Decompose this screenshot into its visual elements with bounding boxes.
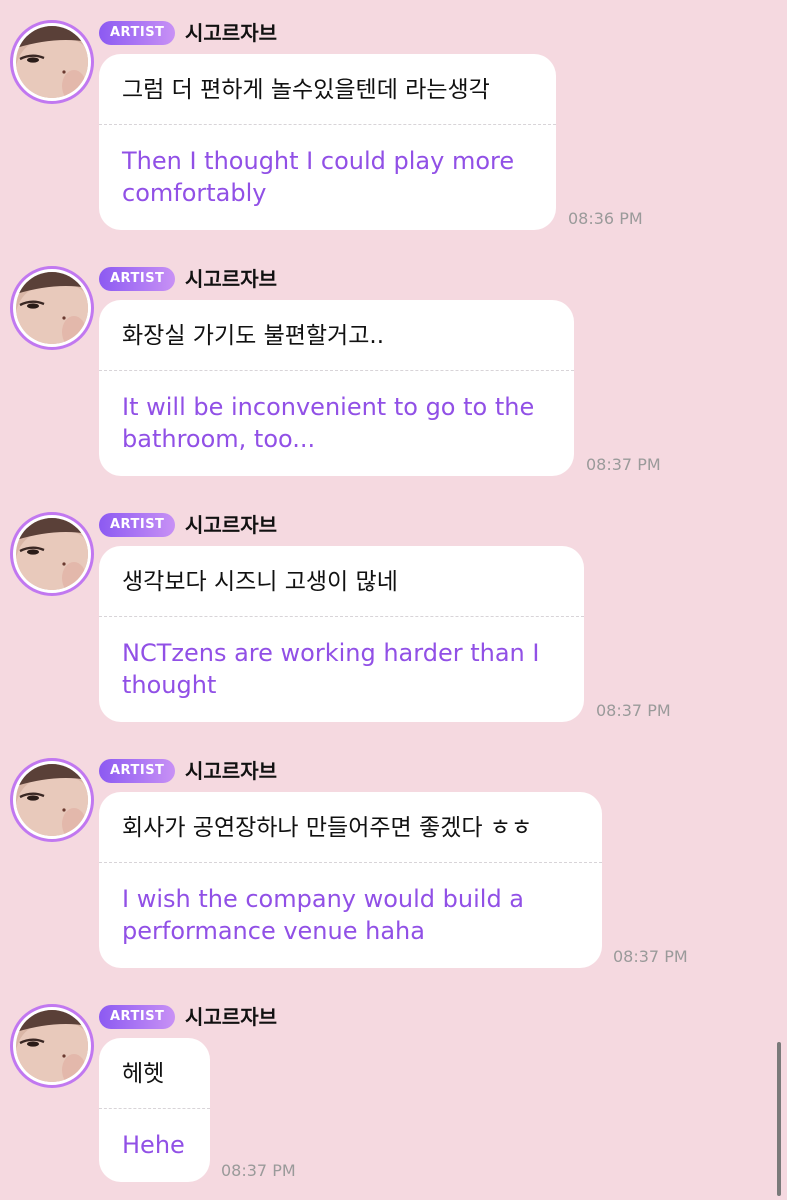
translation-text: I wish the company would build a perform…: [122, 885, 525, 945]
chat-thread[interactable]: ARTIST 시고르자브 그럼 더 편하게 놀수있을텐데 라는생각 Then I…: [0, 0, 787, 1200]
translation-text: It will be inconvenient to go to the bat…: [122, 393, 535, 453]
original-text: 헤헷: [122, 1061, 165, 1087]
original-text: 회사가 공연장하나 만들어주면 좋겠다 ㅎㅎ: [122, 815, 533, 841]
sender-name[interactable]: 시고르자브: [185, 265, 277, 293]
message-bubble[interactable]: 화장실 가기도 불편할거고.. It will be inconvenient …: [99, 300, 574, 476]
timestamp: 08:37 PM: [586, 455, 661, 474]
avatar-photo: [16, 518, 88, 590]
face-photo-icon: [16, 26, 88, 98]
original-text: 그럼 더 편하게 놀수있을텐데 라는생각: [122, 77, 490, 103]
message-bubble[interactable]: 생각보다 시즈니 고생이 많네 NCTzens are working hard…: [99, 546, 584, 722]
scrollbar-thumb[interactable]: [777, 1042, 781, 1196]
avatar-photo: [16, 272, 88, 344]
artist-badge: ARTIST: [99, 267, 176, 291]
face-photo-icon: [16, 272, 88, 344]
translation-text: Then I thought I could play more comfort…: [122, 147, 515, 207]
sender-name[interactable]: 시고르자브: [185, 757, 277, 785]
artist-badge: ARTIST: [99, 21, 176, 45]
timestamp: 08:37 PM: [221, 1161, 296, 1180]
artist-badge: ARTIST: [99, 513, 176, 537]
artist-badge: ARTIST: [99, 759, 176, 783]
timestamp: 08:36 PM: [568, 209, 643, 228]
face-photo-icon: [16, 764, 88, 836]
message-bubble[interactable]: 회사가 공연장하나 만들어주면 좋겠다 ㅎㅎ I wish the compan…: [99, 792, 602, 968]
avatar[interactable]: [10, 758, 94, 842]
timestamp: 08:37 PM: [596, 701, 671, 720]
face-photo-icon: [16, 518, 88, 590]
avatar-photo: [16, 764, 88, 836]
face-photo-icon: [16, 1010, 88, 1082]
artist-badge: ARTIST: [99, 1005, 176, 1029]
message-bubble[interactable]: 그럼 더 편하게 놀수있을텐데 라는생각 Then I thought I co…: [99, 54, 556, 230]
message-bubble[interactable]: 헤헷 Hehe: [99, 1038, 210, 1182]
timestamp: 08:37 PM: [613, 947, 688, 966]
avatar-photo: [16, 26, 88, 98]
avatar[interactable]: [10, 266, 94, 350]
original-text: 화장실 가기도 불편할거고..: [122, 323, 385, 349]
avatar-photo: [16, 1010, 88, 1082]
original-text: 생각보다 시즈니 고생이 많네: [122, 569, 398, 595]
avatar[interactable]: [10, 512, 94, 596]
avatar[interactable]: [10, 20, 94, 104]
sender-name[interactable]: 시고르자브: [185, 1003, 277, 1031]
sender-name[interactable]: 시고르자브: [185, 19, 277, 47]
sender-name[interactable]: 시고르자브: [185, 511, 277, 539]
translation-text: NCTzens are working harder than I though…: [122, 639, 540, 699]
translation-text: Hehe: [122, 1131, 185, 1159]
avatar[interactable]: [10, 1004, 94, 1088]
